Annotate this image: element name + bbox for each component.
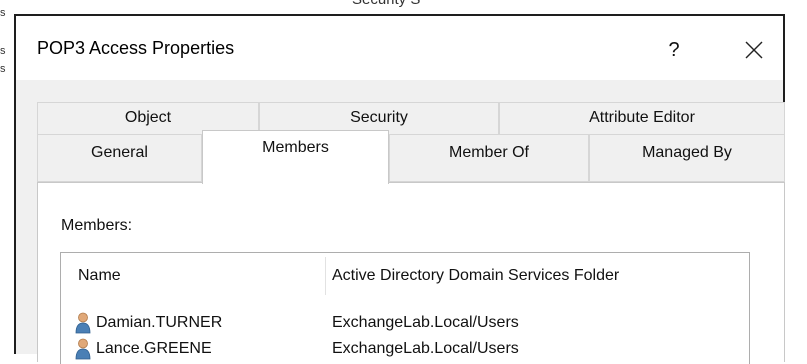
tab-managed-by[interactable]: Managed By	[589, 134, 785, 182]
edge-mark: s	[0, 7, 6, 19]
edge-mark: s	[0, 63, 6, 75]
members-label: Members:	[61, 217, 133, 234]
close-icon	[745, 41, 763, 59]
background-window-text: Security S	[352, 0, 420, 8]
tab-attribute-editor[interactable]: Attribute Editor	[499, 102, 785, 134]
tab-member-of[interactable]: Member Of	[389, 134, 589, 182]
tab-label: Attribute Editor	[589, 109, 695, 126]
member-folder: ExchangeLab.Local/Users	[332, 340, 519, 357]
tab-general[interactable]: General	[37, 134, 202, 182]
member-name: Lance.GREENE	[96, 340, 212, 357]
properties-dialog: POP3 Access Properties ? Object Security…	[14, 14, 785, 364]
member-name: Damian.TURNER	[96, 314, 223, 331]
column-separator[interactable]	[325, 257, 326, 295]
tab-label: Object	[124, 109, 172, 126]
tab-members[interactable]: Members	[202, 130, 389, 184]
tab-label: Members	[262, 139, 329, 156]
tab-label: General	[91, 144, 148, 161]
title-bar[interactable]: POP3 Access Properties ?	[16, 16, 783, 80]
close-button[interactable]	[732, 30, 776, 70]
help-button[interactable]: ?	[652, 30, 696, 70]
user-icon	[75, 312, 91, 334]
column-header-name[interactable]: Name	[78, 253, 121, 299]
user-icon	[75, 338, 91, 360]
background-edge-marks: s s s	[0, 7, 6, 75]
list-item[interactable]: Damian.TURNER ExchangeLab.Local/Users	[61, 311, 749, 335]
dialog-title: POP3 Access Properties	[37, 38, 235, 58]
column-header-folder[interactable]: Active Directory Domain Services Folder	[332, 253, 619, 299]
member-folder: ExchangeLab.Local/Users	[332, 314, 519, 331]
list-item[interactable]: Lance.GREENE ExchangeLab.Local/Users	[61, 337, 749, 361]
tab-label: Security	[350, 109, 408, 126]
edge-mark: s	[0, 45, 6, 57]
tab-label: Member Of	[448, 144, 529, 161]
tab-label: Managed By	[642, 144, 732, 161]
members-tab-panel: Members: Name Active Directory Domain Se…	[37, 182, 785, 364]
members-list[interactable]: Name Active Directory Domain Services Fo…	[60, 252, 750, 364]
